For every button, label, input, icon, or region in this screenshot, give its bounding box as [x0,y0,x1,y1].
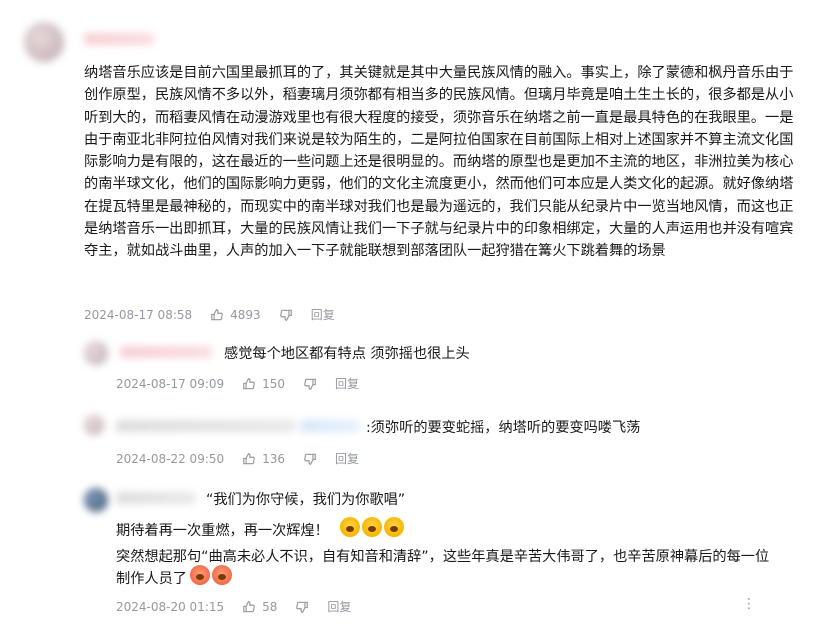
mention-username[interactable] [300,420,360,432]
dislike-button[interactable] [303,452,317,466]
emoji-stickers [340,517,404,537]
reply-meta: 2024-08-17 09:09 150 回复 [116,375,359,392]
emoji-sticker-icon [212,565,232,585]
main-comment-text: 纳塔音乐应该是目前六国里最抓耳的了，其关键就是其中大量民族风情的融入。事实上，除… [84,65,794,260]
username[interactable] [84,33,154,45]
reply-text-line: 制作人员了 [116,571,187,587]
emoji-sticker-icon [340,517,360,537]
thumbs-down-icon [304,378,316,390]
username[interactable] [120,346,212,358]
thumbs-down-icon [296,601,309,613]
reply-text: :须弥听的要变蛇摇，纳塔听的要变吗喽飞荡 [366,420,641,436]
dislike-button[interactable] [295,600,309,614]
thumbs-up-icon [243,600,255,612]
reply-button[interactable]: 回复 [327,598,351,615]
reply-text-line: 期待着再一次重燃，再一次辉煌！ [116,523,329,539]
thumbs-up-icon [243,452,255,464]
comment-time: 2024-08-20 01:15 [116,599,225,614]
like-button[interactable]: 150 [242,377,285,391]
emoji-sticker-icon [190,565,210,585]
like-count: 150 [262,376,286,391]
thumbs-up-icon [243,377,255,389]
avatar[interactable] [84,415,104,435]
comment-time: 2024-08-22 09:50 [116,451,225,466]
dislike-button[interactable] [279,308,293,322]
avatar[interactable] [84,488,108,512]
username[interactable] [116,420,296,432]
username[interactable] [116,492,196,504]
avatar[interactable] [24,22,64,62]
thumbs-down-icon [279,309,292,321]
reply-text: “我们为你守候，我们为你歌唱” [206,492,406,508]
emoji-stickers [190,565,232,585]
reply-meta: 2024-08-20 01:15 58 回复 [116,598,351,615]
reply-button[interactable]: 回复 [335,450,359,467]
reply-button[interactable]: 回复 [335,375,359,392]
thumbs-up-icon [211,308,223,320]
dislike-button[interactable] [303,377,317,391]
reply-text-line: 突然想起那句“曲高未必人不识，自有知音和清辞”，这些年真是辛苦大伟哥了，也辛苦原… [116,549,770,565]
reply-text: 感觉每个地区都有特点 须弥摇也很上头 [224,346,470,362]
more-icon[interactable]: ⋮ [742,596,757,612]
thumbs-down-icon [304,453,316,465]
like-count: 58 [262,599,278,614]
like-button[interactable]: 136 [242,452,285,466]
avatar[interactable] [84,341,108,365]
like-count: 4893 [230,307,261,322]
comment-time: 2024-08-17 09:09 [116,376,225,391]
reply-button[interactable]: 回复 [311,306,335,323]
like-count: 136 [262,451,286,466]
comment-time: 2024-08-17 08:58 [84,307,193,322]
like-button[interactable]: 58 [242,600,277,614]
like-button[interactable]: 4893 [210,308,261,322]
emoji-sticker-icon [384,517,404,537]
emoji-sticker-icon [362,517,382,537]
main-comment-meta: 2024-08-17 08:58 4893 回复 [84,306,335,323]
reply-meta: 2024-08-22 09:50 136 回复 [116,450,359,467]
